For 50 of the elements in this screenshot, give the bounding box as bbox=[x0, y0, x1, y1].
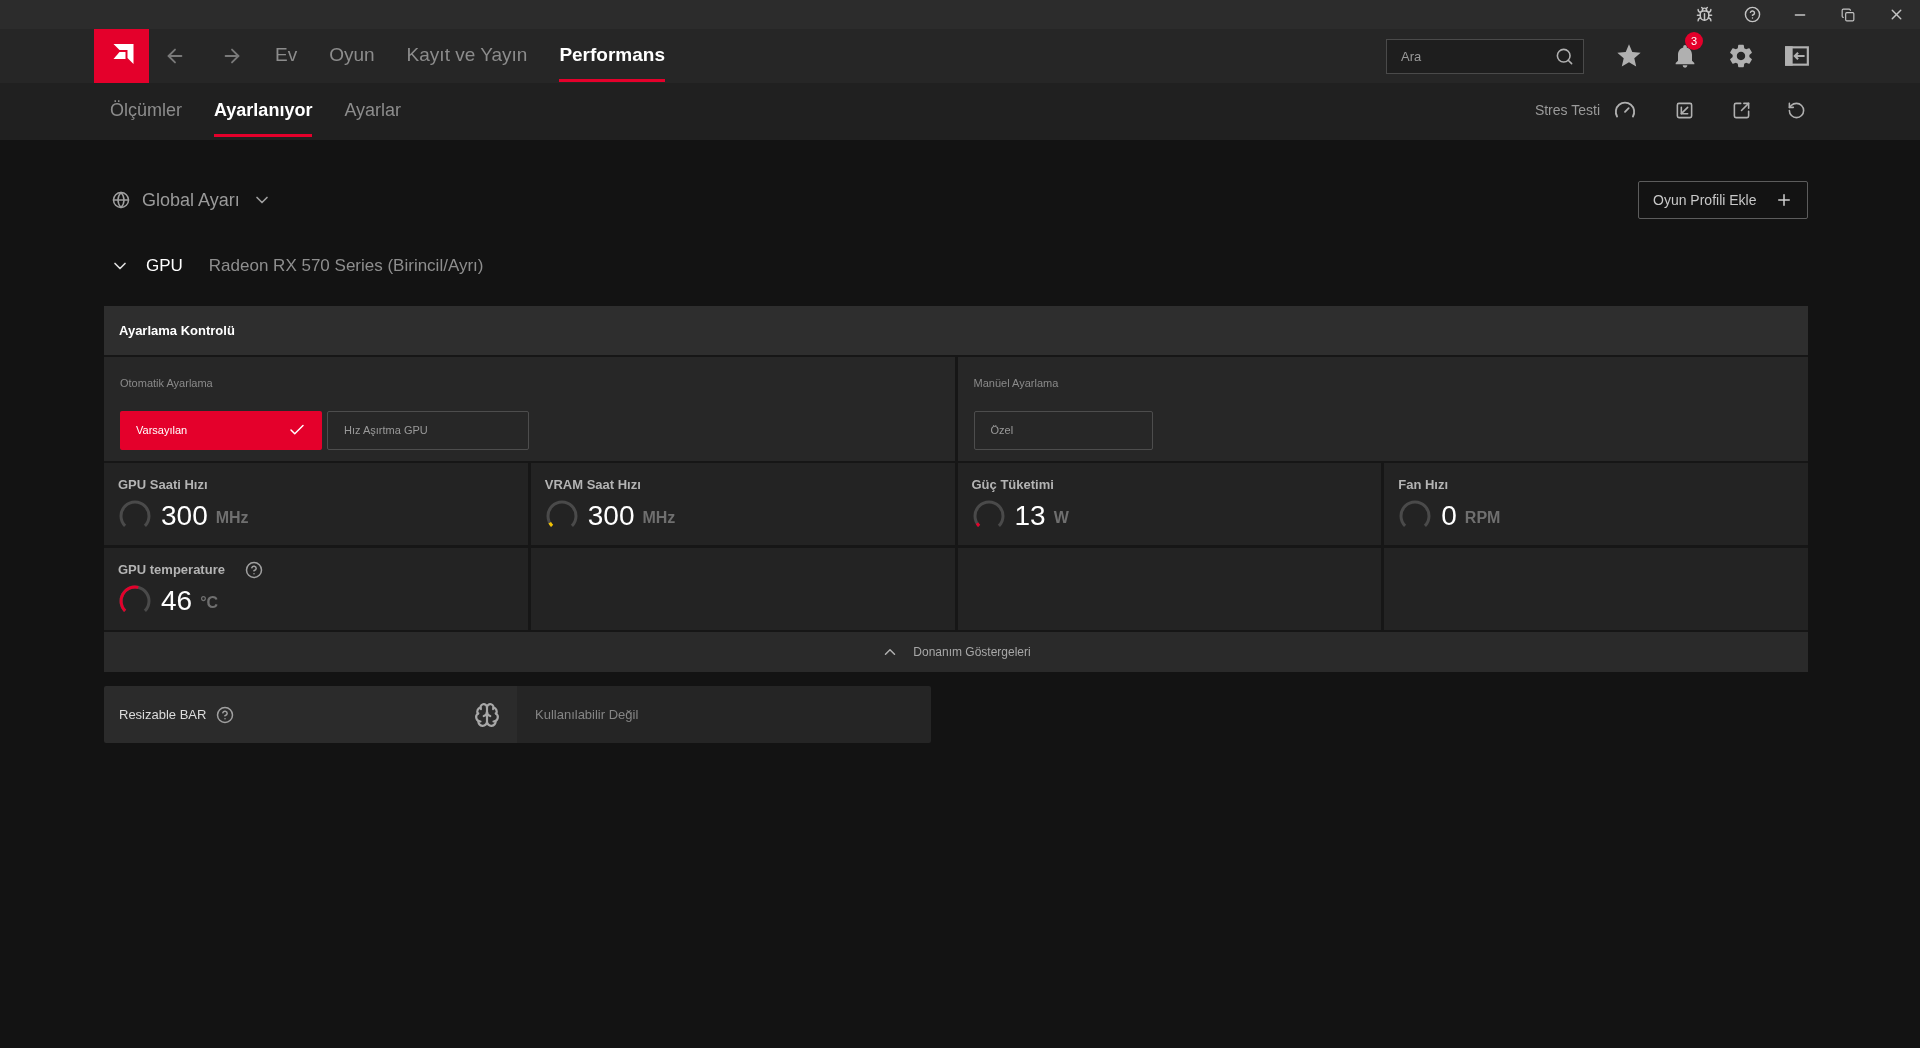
metric-label: Fan Hızı bbox=[1398, 476, 1449, 495]
metric-unit: MHz bbox=[642, 510, 676, 526]
metric-unit: RPM bbox=[1464, 510, 1501, 526]
metric-unit: MHz bbox=[215, 510, 249, 526]
nav-tab[interactable]: Oyun bbox=[329, 29, 375, 82]
gpu-name: Radeon RX 570 Series (Birincil/Ayrı) bbox=[208, 255, 484, 278]
metric-label: GPU temperature bbox=[118, 561, 225, 580]
undo-icon[interactable] bbox=[1786, 100, 1806, 120]
search-field[interactable]: Ara bbox=[1386, 38, 1584, 74]
notification-badge: 3 bbox=[1685, 32, 1703, 50]
section-label: Manüel Ayarlama bbox=[973, 376, 1060, 391]
metric-label: Güç Tüketimi bbox=[971, 476, 1054, 495]
panel-title: Ayarlama Kontrolü bbox=[119, 321, 235, 340]
help-icon[interactable] bbox=[244, 561, 263, 579]
preset-option[interactable]: Varsayılan bbox=[120, 410, 322, 450]
metric-label: VRAM Saat Hızı bbox=[544, 476, 641, 495]
preset-option[interactable]: Özel bbox=[973, 410, 1153, 450]
sub-tab[interactable]: Ölçümler bbox=[110, 83, 182, 137]
search-icon[interactable] bbox=[1555, 46, 1574, 66]
nav-tab[interactable]: Ev bbox=[275, 29, 298, 82]
metric-value: 300 bbox=[587, 502, 635, 530]
profile-dropdown[interactable]: Global Ayarı bbox=[112, 186, 272, 214]
metric-value: 300 bbox=[161, 502, 208, 530]
logo-icon bbox=[94, 29, 149, 83]
restore-icon[interactable] bbox=[1841, 7, 1855, 22]
metric-value: 0 bbox=[1441, 502, 1457, 530]
metric-unit: °C bbox=[200, 595, 219, 611]
add-profile-button[interactable]: Oyun Profili Ekle bbox=[1638, 181, 1808, 219]
help-icon[interactable] bbox=[1743, 6, 1761, 23]
setting-value: Kullanılabilir Değil bbox=[535, 705, 639, 724]
help-icon[interactable] bbox=[216, 705, 235, 724]
bug-icon[interactable] bbox=[1695, 6, 1713, 23]
brain-icon bbox=[474, 701, 500, 728]
share-icon[interactable] bbox=[1731, 100, 1751, 120]
setting-label: Resizable BAR bbox=[119, 705, 207, 724]
sub-tab[interactable]: Ayarlanıyor bbox=[214, 83, 313, 137]
metric-value: 13 bbox=[1014, 502, 1046, 530]
hardware-indicators-toggle[interactable]: Donanım Göstergeleri bbox=[104, 632, 1808, 672]
nav-tab[interactable]: Kayıt ve Yayın bbox=[406, 29, 528, 82]
preset-option[interactable]: Hız Aşırtma GPU bbox=[327, 410, 529, 450]
metric-label: GPU Saati Hızı bbox=[118, 476, 208, 495]
gpu-label: GPU bbox=[146, 255, 183, 278]
metric-unit: W bbox=[1053, 510, 1069, 526]
plus-icon bbox=[1775, 191, 1793, 209]
stress-test-button[interactable]: Stres Testi bbox=[1534, 99, 1636, 121]
section-label: Otomatik Ayarlama bbox=[120, 376, 214, 391]
sub-tab[interactable]: Ayarlar bbox=[344, 83, 402, 137]
settings-icon[interactable] bbox=[1727, 42, 1755, 70]
metric-value: 46 bbox=[161, 587, 193, 615]
globe-icon bbox=[112, 191, 130, 209]
